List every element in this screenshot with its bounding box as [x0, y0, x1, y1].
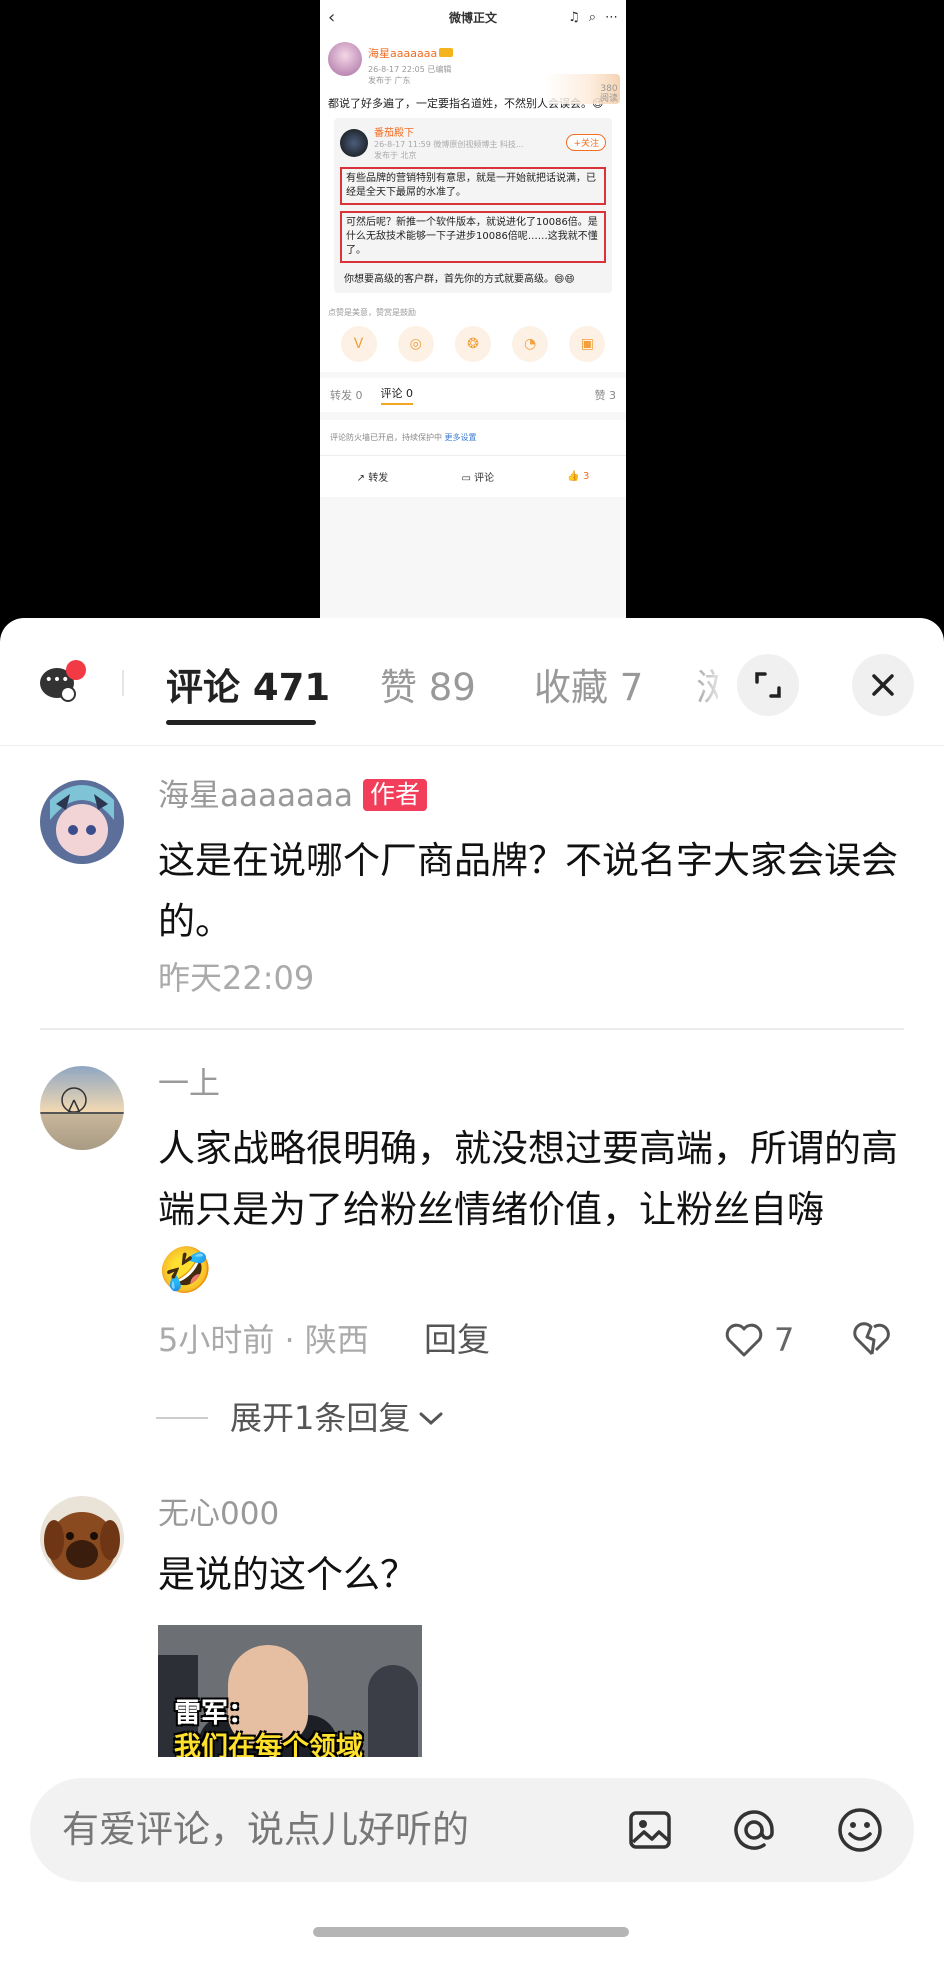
comment-username[interactable]: 一上 — [158, 1064, 220, 1104]
save-image-icon: ▣ — [569, 326, 606, 362]
repost-author: 番茄殿下 — [374, 128, 414, 139]
embedded-repost: ↗ 转发 — [356, 473, 389, 484]
embedded-like: 👍 3 — [567, 471, 590, 482]
group-chat-button[interactable]: ••• — [40, 660, 86, 702]
comment-username[interactable]: 无心000 — [158, 1494, 279, 1534]
embedded-tab-comment: 评论 0 — [380, 385, 413, 405]
reward-tip: 点赞是美意，赞赏是鼓励 — [320, 299, 626, 322]
embedded-tab-repost: 转发 0 — [330, 389, 363, 402]
reward-icon: V — [340, 326, 377, 362]
home-indicator[interactable] — [313, 1927, 629, 1937]
comment-image[interactable]: 雷军： 我们在每个领域 — [158, 1625, 422, 1757]
panel-tab-bar: ••• 评论 471 赞 89 收藏 7 浏 — [0, 618, 944, 746]
tab-comments[interactable]: 评论 471 — [166, 666, 330, 710]
embedded-comment: ▭ 评论 — [461, 473, 495, 484]
image-button[interactable] — [624, 1804, 676, 1856]
moments-icon: ❂ — [454, 326, 491, 362]
headphones-icon: ♫ — [568, 9, 580, 25]
tab-likes[interactable]: 赞 89 — [380, 666, 476, 710]
reposted-post: 番茄殿下 26-8-17 11:59 微博原创视频博主 科技... 发布于 北京… — [334, 118, 612, 293]
tab-favorites[interactable]: 收藏 7 — [534, 666, 643, 710]
more-icon: ⋯ — [605, 9, 618, 25]
embedded-tabs: 转发 0 评论 0 赞 3 — [320, 378, 626, 412]
comment-time-location: 5小时前 · 陕西 — [158, 1321, 369, 1359]
expand-button[interactable] — [737, 654, 799, 716]
avatar — [340, 128, 368, 157]
close-button[interactable] — [852, 654, 914, 716]
post-time: 26-8-17 22:05 — [368, 65, 425, 74]
comment-text: 这是在说哪个厂商品牌？不说名字大家会误会的。 — [158, 839, 898, 943]
search-icon: ⌕ — [588, 9, 596, 25]
active-tab-indicator — [166, 720, 316, 725]
comment-username[interactable]: 海星aaaaaaa 作者 — [158, 776, 427, 816]
avatar[interactable] — [40, 1066, 124, 1150]
comment-divider — [40, 1028, 904, 1030]
embedded-post: 海星aaaaaaa 26-8-17 22:05 已编辑 发布于 广东 380 阅… — [320, 34, 626, 299]
avatar[interactable] — [40, 1496, 124, 1580]
comment-text: 人家战略很明确，就没想过要高端，所谓的高端只是为了给粉丝情绪价值，让粉丝自嗨 🤣 — [158, 1127, 898, 1296]
view-count: 380 阅读 — [599, 84, 618, 104]
embedded-nav-bar: ‹ 微博正文 ♫ ⌕ ⋯ — [320, 0, 626, 34]
laughing-emoji: 🤣 — [158, 1245, 213, 1296]
post-location: 发布于 广东 — [368, 76, 411, 85]
dislike-button[interactable] — [852, 1320, 892, 1362]
comment-text: 是说的这个么？ — [158, 1553, 417, 1596]
divider — [122, 670, 124, 696]
heart-icon — [725, 1323, 763, 1357]
divider — [156, 1417, 208, 1419]
post-author: 海星aaaaaaa — [368, 47, 438, 60]
emoji-button[interactable] — [834, 1804, 886, 1856]
vip-crown-icon — [439, 48, 454, 57]
smiley-icon — [838, 1808, 882, 1852]
expand-replies-button[interactable]: 展开1条回复 — [156, 1398, 446, 1438]
chevron-down-icon — [419, 1412, 443, 1426]
embedded-tab-like: 赞 3 — [594, 389, 617, 402]
back-icon: ‹ — [328, 6, 336, 28]
embedded-bottom-bar: ↗ 转发 ▭ 评论 👍 3 — [320, 455, 626, 497]
meme-caption-text: 我们在每个领域 — [174, 1732, 363, 1757]
qq-icon: ◔ — [512, 326, 549, 362]
highlighted-text-1: 有些品牌的营销特别有意思，就是一开始就把话说满，已经是全天下最屌的水准了。 — [340, 167, 606, 205]
gear-icon — [60, 686, 76, 702]
mention-button[interactable] — [728, 1804, 780, 1856]
share-row: V ◎ ❂ ◔ ▣ — [320, 322, 626, 372]
embedded-post-screenshot: ‹ 微博正文 ♫ ⌕ ⋯ 海星aaaaaaa 26-8-17 22:05 已编辑… — [320, 0, 626, 620]
expand-icon — [755, 672, 781, 698]
comment-input-placeholder[interactable]: 有爱评论，说点儿好听的 — [62, 1808, 469, 1852]
author-badge: 作者 — [362, 779, 427, 811]
post-edited: 已编辑 — [427, 65, 452, 74]
repost-text: 你想要高级的客户群，首先你的方式就要高级。😄😄 — [344, 274, 575, 285]
image-icon — [629, 1811, 671, 1849]
reply-button[interactable]: 回复 — [424, 1320, 490, 1360]
avatar — [328, 42, 362, 76]
comment-firewall-notice: 评论防火墙已开启，持续保护中 更多设置 — [320, 420, 626, 455]
repost-location: 发布于 北京 — [374, 151, 417, 160]
follow-button: +关注 — [566, 134, 606, 151]
like-button[interactable]: 7 — [724, 1320, 794, 1360]
wechat-icon: ◎ — [397, 326, 434, 362]
more-settings-link: 更多设置 — [444, 433, 477, 442]
at-icon — [734, 1810, 774, 1850]
comment-panel: ••• 评论 471 赞 89 收藏 7 浏 — [0, 618, 944, 1964]
like-count: 7 — [774, 1321, 795, 1359]
highlighted-text-2: 可然后呢？新推一个软件版本，就说进化了10086倍。是什么无敌技术能够一下子进步… — [340, 211, 606, 263]
comment-time: 昨天22:09 — [158, 959, 315, 997]
close-icon — [872, 674, 894, 696]
repost-meta: 26-8-17 11:59 微博原创视频博主 科技... — [374, 140, 524, 149]
avatar[interactable] — [40, 780, 124, 864]
tab-fade — [690, 648, 730, 718]
broken-heart-icon — [853, 1322, 890, 1356]
notification-dot — [66, 660, 86, 680]
comment-input[interactable]: 有爱评论，说点儿好听的 — [30, 1778, 914, 1882]
